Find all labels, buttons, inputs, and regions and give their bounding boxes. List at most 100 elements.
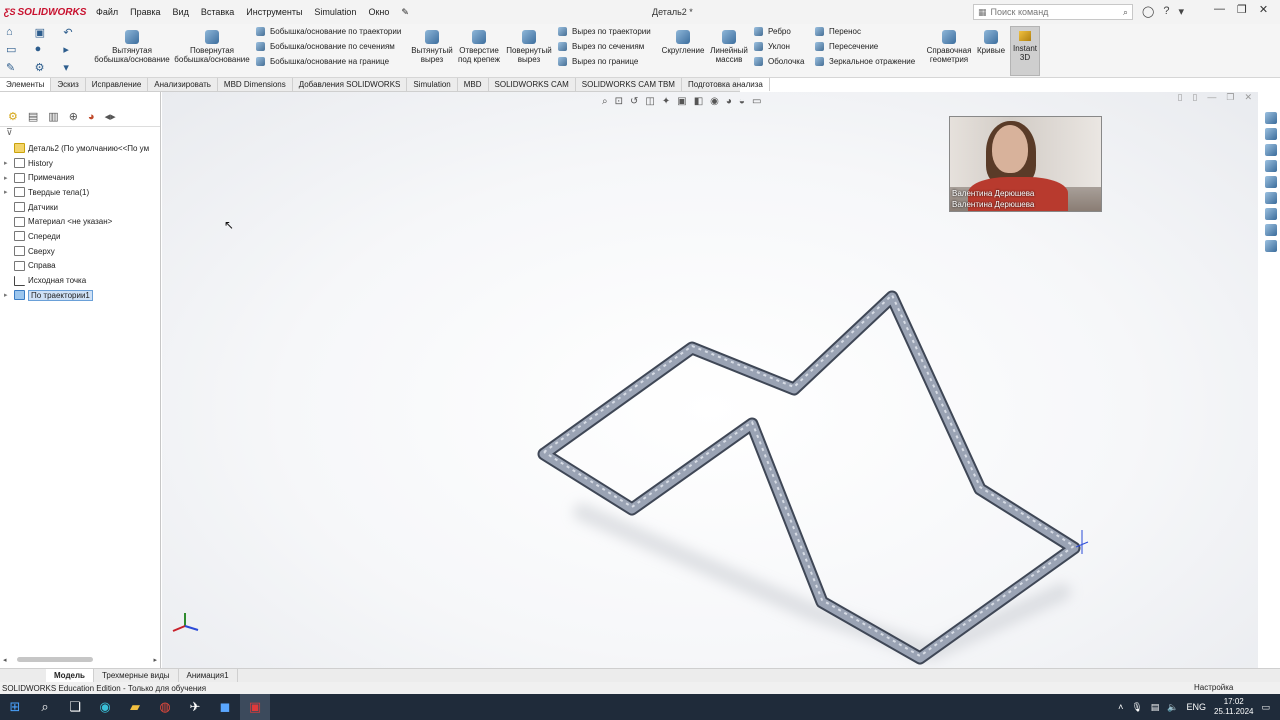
- undo-icon[interactable]: ↶: [63, 26, 90, 41]
- reference-geometry-button[interactable]: Справочная геометрия: [925, 30, 973, 64]
- tab-features[interactable]: Элементы: [0, 78, 52, 91]
- minimize-icon[interactable]: —: [1214, 3, 1225, 16]
- notification-icon[interactable]: ▭: [1261, 702, 1270, 713]
- solidworks-resources-icon[interactable]: [1265, 112, 1277, 124]
- home-pane-icon[interactable]: [1265, 128, 1277, 140]
- clock[interactable]: 17:02 25.11.2024: [1214, 697, 1253, 717]
- traffic-light-icon[interactable]: ●: [35, 43, 62, 58]
- language-indicator[interactable]: ENG: [1187, 702, 1207, 712]
- extruded-cut-button[interactable]: Вытянутый вырез: [410, 30, 454, 64]
- wrap-button[interactable]: Перенос: [815, 27, 915, 36]
- select-icon[interactable]: ▸: [63, 43, 90, 58]
- revolved-boss-button[interactable]: Повернутая бобышка/основание: [174, 30, 250, 64]
- extruded-boss-button[interactable]: Вытянутая бобышка/основание: [94, 30, 170, 64]
- tree-horizontal-scrollbar[interactable]: ◂ ▸: [0, 655, 160, 664]
- tab-evaluate[interactable]: Анализировать: [148, 78, 218, 91]
- windows-start-icon[interactable]: ⊞: [0, 694, 30, 720]
- lofted-boss-button[interactable]: Бобышка/основание по сечениям: [256, 42, 401, 51]
- tab-animation1[interactable]: Анимация1: [179, 669, 238, 682]
- expand-arrow-icon[interactable]: ▸: [0, 159, 10, 167]
- pin-icon[interactable]: ✎: [395, 7, 415, 18]
- feature-manager-icon[interactable]: ⚙: [8, 110, 18, 123]
- tree-item-sensors[interactable]: Датчики: [0, 200, 160, 215]
- menu-edit[interactable]: Правка: [124, 7, 166, 17]
- file-explorer-taskbar-icon[interactable]: ▰: [120, 694, 150, 720]
- settings-icon[interactable]: ⚙: [35, 61, 62, 76]
- zoom-app-icon[interactable]: ◼: [210, 694, 240, 720]
- tab-mbd-dimensions[interactable]: MBD Dimensions: [218, 78, 293, 91]
- curves-button[interactable]: Кривые: [975, 30, 1007, 55]
- options-icon[interactable]: ▾: [1178, 5, 1184, 18]
- taskbar-search-icon[interactable]: ⌕: [30, 694, 60, 720]
- custom-properties-icon[interactable]: [1265, 208, 1277, 220]
- fillet-button[interactable]: Скругление: [660, 30, 706, 55]
- forum-icon[interactable]: [1265, 224, 1277, 236]
- draft-button[interactable]: Уклон: [754, 42, 804, 51]
- lofted-cut-button[interactable]: Вырез по сечениям: [558, 42, 651, 51]
- expand-arrow-icon[interactable]: ▸: [0, 174, 10, 182]
- tab-simulation[interactable]: Simulation: [407, 78, 458, 91]
- intersect-button[interactable]: Пересечение: [815, 42, 915, 51]
- rib-button[interactable]: Ребро: [754, 27, 804, 36]
- expand-arrow-icon[interactable]: ▸: [0, 291, 10, 299]
- video-call-tile[interactable]: Валентина Дерюшева Валентина Дерюшева: [949, 116, 1102, 212]
- hole-wizard-button[interactable]: Отверстие под крепеж: [456, 30, 502, 64]
- microphone-icon[interactable]: 🎙: [1131, 702, 1142, 713]
- network-icon[interactable]: ▤: [1151, 702, 1160, 713]
- new-icon[interactable]: ▭: [6, 43, 33, 58]
- solidworks-logo[interactable]: ƸS SOLIDWORKS: [0, 7, 90, 18]
- view-palette-icon[interactable]: [1265, 176, 1277, 188]
- tab-cam-tbm[interactable]: SOLIDWORKS CAM TBM: [576, 78, 682, 91]
- solidworks-taskbar-icon[interactable]: ▣: [240, 694, 270, 720]
- revolved-cut-button[interactable]: Повернутый вырез: [505, 30, 553, 64]
- menu-tools[interactable]: Инструменты: [240, 7, 308, 17]
- volume-icon[interactable]: 🔈: [1167, 702, 1178, 713]
- file-explorer-icon[interactable]: [1265, 160, 1277, 172]
- swept-cut-button[interactable]: Вырез по траектории: [558, 27, 651, 36]
- tree-item-sweep1[interactable]: ▸ По траектории1: [0, 288, 160, 303]
- scroll-left-icon[interactable]: ◂: [3, 656, 7, 664]
- tree-item-annotations[interactable]: ▸ Примечания: [0, 170, 160, 185]
- shell-button[interactable]: Оболочка: [754, 57, 804, 66]
- menu-view[interactable]: Вид: [167, 7, 195, 17]
- tab-addins[interactable]: Добавления SOLIDWORKS: [293, 78, 408, 91]
- property-manager-icon[interactable]: ▤: [28, 110, 38, 123]
- app-taskbar-icon[interactable]: ✈: [180, 694, 210, 720]
- save-icon[interactable]: ▣: [35, 26, 62, 41]
- expand-arrow-icon[interactable]: ▸: [0, 188, 10, 196]
- home-icon[interactable]: ⌂: [6, 26, 33, 41]
- scroll-thumb[interactable]: [16, 657, 93, 662]
- menu-file[interactable]: Файл: [90, 7, 124, 17]
- swept-boss-button[interactable]: Бобышка/основание по траектории: [256, 27, 401, 36]
- magnifier-icon[interactable]: ⌕: [1123, 7, 1128, 18]
- appearance-icon[interactable]: ◕: [88, 111, 95, 123]
- close-icon[interactable]: ✕: [1259, 3, 1268, 16]
- mirror-button[interactable]: Зеркальное отражение: [815, 57, 915, 66]
- tab-sketch[interactable]: Эскиз: [51, 78, 86, 91]
- tree-item-right-plane[interactable]: Справа: [0, 259, 160, 274]
- tab-cam[interactable]: SOLIDWORKS CAM: [489, 78, 576, 91]
- customize-button[interactable]: Настройка: [1194, 683, 1233, 692]
- tree-item-part[interactable]: Деталь2 (По умолчанию<<По ум: [0, 141, 160, 156]
- scroll-right-icon[interactable]: ▸: [153, 656, 157, 664]
- tab-mbd[interactable]: MBD: [458, 78, 489, 91]
- menu-simulation[interactable]: Simulation: [308, 7, 362, 17]
- instant3d-button[interactable]: Instant 3D: [1010, 26, 1040, 76]
- task-view-icon[interactable]: ❏: [60, 694, 90, 720]
- tray-expand-icon[interactable]: ˄: [1118, 702, 1123, 712]
- user-icon[interactable]: ◯: [1142, 5, 1154, 18]
- tab-3d-views[interactable]: Трехмерные виды: [94, 669, 179, 682]
- tree-item-front-plane[interactable]: Спереди: [0, 229, 160, 244]
- boundary-cut-button[interactable]: Вырез по границе: [558, 57, 651, 66]
- tree-item-top-plane[interactable]: Сверху: [0, 244, 160, 259]
- menu-insert[interactable]: Вставка: [195, 7, 240, 17]
- linear-pattern-button[interactable]: Линейный массив: [708, 30, 750, 64]
- filter-icon[interactable]: ⊽: [0, 127, 160, 141]
- edge-browser-icon[interactable]: ◉: [90, 694, 120, 720]
- tree-item-origin[interactable]: Исходная точка: [0, 273, 160, 288]
- design-library-icon[interactable]: [1265, 144, 1277, 156]
- search-commands-input[interactable]: ▦ Поиск команд ⌕: [973, 4, 1133, 20]
- pane-more-icon[interactable]: [1265, 240, 1277, 252]
- tree-item-solid-bodies[interactable]: ▸ Твердые тела(1): [0, 185, 160, 200]
- tree-item-material[interactable]: Материал <не указан>: [0, 214, 160, 229]
